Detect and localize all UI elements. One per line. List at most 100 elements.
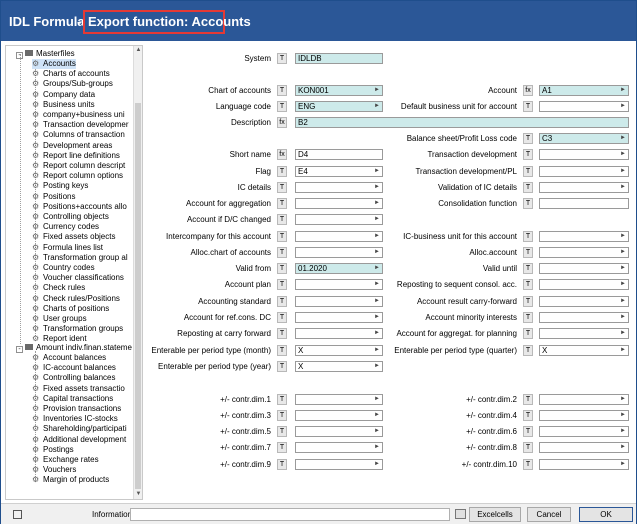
chart-of-accounts-field[interactable]: KON001 ► bbox=[295, 85, 383, 96]
collapse-icon[interactable]: - bbox=[16, 346, 23, 353]
dropdown-arrow-icon[interactable]: ► bbox=[374, 346, 380, 355]
dropdown-arrow-icon[interactable]: ► bbox=[620, 313, 626, 322]
tree-item[interactable]: ⚙ User groups bbox=[32, 314, 87, 324]
tree-item[interactable]: ⚙ Fixed assets transactio bbox=[32, 384, 125, 394]
tree-item[interactable]: ⚙ Development areas bbox=[32, 141, 112, 151]
account-ref-cons-field[interactable]: ► bbox=[295, 312, 383, 323]
dims-3-type-button[interactable]: T bbox=[523, 410, 533, 421]
dropdown-arrow-icon[interactable]: ► bbox=[620, 232, 626, 241]
tree-item[interactable]: ⚙ Columns of transaction bbox=[32, 130, 125, 140]
tree-item[interactable]: ⚙ Formula lines list bbox=[32, 243, 103, 253]
tree-folder-amount[interactable]: - Amount indiv.finan.stateme bbox=[16, 343, 132, 353]
account-plan-type-button[interactable]: T bbox=[277, 279, 287, 290]
tree-item[interactable]: ⚙ Transformation groups bbox=[32, 324, 123, 334]
transaction-dev-field[interactable]: ► bbox=[539, 149, 629, 160]
consolidation-function-type-button[interactable]: T bbox=[523, 198, 533, 209]
dropdown-arrow-icon[interactable]: ► bbox=[620, 134, 626, 143]
flag-field[interactable]: E4 ► bbox=[295, 166, 383, 177]
system-type-button[interactable]: T bbox=[277, 53, 287, 64]
panel-toggle-icon[interactable] bbox=[13, 510, 22, 519]
dims-2-field[interactable]: ► bbox=[295, 410, 383, 421]
dropdown-arrow-icon[interactable]: ► bbox=[374, 86, 380, 95]
tree-item[interactable]: ⚙ Posting keys bbox=[32, 181, 88, 191]
dropdown-arrow-icon[interactable]: ► bbox=[620, 150, 626, 159]
tree-item[interactable]: ⚙ Groups/Sub-groups bbox=[32, 79, 113, 89]
dims-5-type-button[interactable]: T bbox=[523, 426, 533, 437]
default-bu-field[interactable]: ► bbox=[539, 101, 629, 112]
tree-item[interactable]: ⚙ Charts of positions bbox=[32, 304, 109, 314]
dropdown-arrow-icon[interactable]: ► bbox=[374, 280, 380, 289]
dims-4-field[interactable]: ► bbox=[295, 426, 383, 437]
description-field[interactable]: B2 bbox=[295, 117, 629, 128]
short-name-field[interactable]: D4 bbox=[295, 149, 383, 160]
transaction-dev-pl-field[interactable]: ► bbox=[539, 166, 629, 177]
dropdown-arrow-icon[interactable]: ► bbox=[620, 329, 626, 338]
transaction-dev-type-button[interactable]: T bbox=[523, 149, 533, 160]
dims-9-type-button[interactable]: T bbox=[523, 459, 533, 470]
balance-sheet-field[interactable]: C3 ► bbox=[539, 133, 629, 144]
alloc-chart-type-button[interactable]: T bbox=[277, 247, 287, 258]
dims-1-field[interactable]: ► bbox=[539, 394, 629, 405]
valid-from-type-button[interactable]: T bbox=[277, 263, 287, 274]
tree-item[interactable]: ⚙ company+business uni bbox=[32, 110, 125, 120]
tree-item[interactable]: ⚙ Additional development bbox=[32, 435, 126, 445]
tree-item[interactable]: ⚙ Business units bbox=[32, 100, 95, 110]
dropdown-arrow-icon[interactable]: ► bbox=[620, 264, 626, 273]
dropdown-arrow-icon[interactable]: ► bbox=[374, 313, 380, 322]
chart-of-accounts-type-button[interactable]: T bbox=[277, 85, 287, 96]
scrollbar-thumb[interactable] bbox=[135, 103, 141, 489]
reposting-cf-type-button[interactable]: T bbox=[277, 328, 287, 339]
dims-1-type-button[interactable]: T bbox=[523, 394, 533, 405]
tree-item[interactable]: ⚙ Provision transactions bbox=[32, 404, 121, 414]
alloc-account-field[interactable]: ► bbox=[539, 247, 629, 258]
tree-item[interactable]: ⚙ Transaction developmer bbox=[32, 120, 129, 130]
dims-8-field[interactable]: ► bbox=[295, 459, 383, 470]
reposting-sequent-type-button[interactable]: T bbox=[523, 279, 533, 290]
dropdown-arrow-icon[interactable]: ► bbox=[620, 443, 626, 452]
account-aggregation-type-button[interactable]: T bbox=[277, 198, 287, 209]
tree-item[interactable]: ⚙ Check rules bbox=[32, 283, 85, 293]
dropdown-arrow-icon[interactable]: ► bbox=[620, 86, 626, 95]
account-aggregat-planning-type-button[interactable]: T bbox=[523, 328, 533, 339]
tree-item[interactable]: ⚙ Transformation group al bbox=[32, 253, 128, 263]
tree-item[interactable]: ⚙ Exchange rates bbox=[32, 455, 99, 465]
tree-item[interactable]: ⚙ Inventories IC-stocks bbox=[32, 414, 118, 424]
account-plan-field[interactable]: ► bbox=[295, 279, 383, 290]
cancel-button[interactable]: Cancel bbox=[527, 507, 571, 522]
tree-item[interactable]: ⚙ Controlling objects bbox=[32, 212, 109, 222]
dropdown-arrow-icon[interactable]: ► bbox=[620, 280, 626, 289]
dropdown-arrow-icon[interactable]: ► bbox=[374, 264, 380, 273]
account-aggregation-field[interactable]: ► bbox=[295, 198, 383, 209]
short-name-type-button[interactable]: fx bbox=[277, 149, 287, 160]
ok-button[interactable]: OK bbox=[579, 507, 633, 522]
consolidation-function-field[interactable] bbox=[539, 198, 629, 209]
account-field[interactable]: A1 ► bbox=[539, 85, 629, 96]
excel-icon[interactable] bbox=[455, 509, 466, 519]
enterable-month-field[interactable]: X ► bbox=[295, 345, 383, 356]
dropdown-arrow-icon[interactable]: ► bbox=[374, 460, 380, 469]
intercompany-field[interactable]: ► bbox=[295, 231, 383, 242]
tree-item[interactable]: ⚙ Voucher classifications bbox=[32, 273, 124, 283]
tree-item[interactable]: ⚙ Shareholding/participati bbox=[32, 424, 127, 434]
intercompany-type-button[interactable]: T bbox=[277, 231, 287, 242]
dims-6-field[interactable]: ► bbox=[295, 442, 383, 453]
dropdown-arrow-icon[interactable]: ► bbox=[374, 102, 380, 111]
dropdown-arrow-icon[interactable]: ► bbox=[620, 297, 626, 306]
account-ref-cons-type-button[interactable]: T bbox=[277, 312, 287, 323]
language-code-field[interactable]: ENG ► bbox=[295, 101, 383, 112]
tree-item[interactable]: ⚙ Controlling balances bbox=[32, 373, 116, 383]
account-minority-field[interactable]: ► bbox=[539, 312, 629, 323]
tree-item[interactable]: ⚙ Report column descript bbox=[32, 161, 125, 171]
ic-details-type-button[interactable]: T bbox=[277, 182, 287, 193]
tree-item[interactable]: ⚙ Fixed assets objects bbox=[32, 232, 115, 242]
tree-item[interactable]: ⚙ Currency codes bbox=[32, 222, 99, 232]
dropdown-arrow-icon[interactable]: ► bbox=[620, 395, 626, 404]
dropdown-arrow-icon[interactable]: ► bbox=[374, 215, 380, 224]
enterable-quarter-field[interactable]: X ► bbox=[539, 345, 629, 356]
dropdown-arrow-icon[interactable]: ► bbox=[620, 248, 626, 257]
valid-from-field[interactable]: 01.2020 ► bbox=[295, 263, 383, 274]
default-bu-type-button[interactable]: T bbox=[523, 101, 533, 112]
dropdown-arrow-icon[interactable]: ► bbox=[620, 411, 626, 420]
tree-item[interactable]: ⚙ Report line definitions bbox=[32, 151, 120, 161]
accounting-standard-field[interactable]: ► bbox=[295, 296, 383, 307]
